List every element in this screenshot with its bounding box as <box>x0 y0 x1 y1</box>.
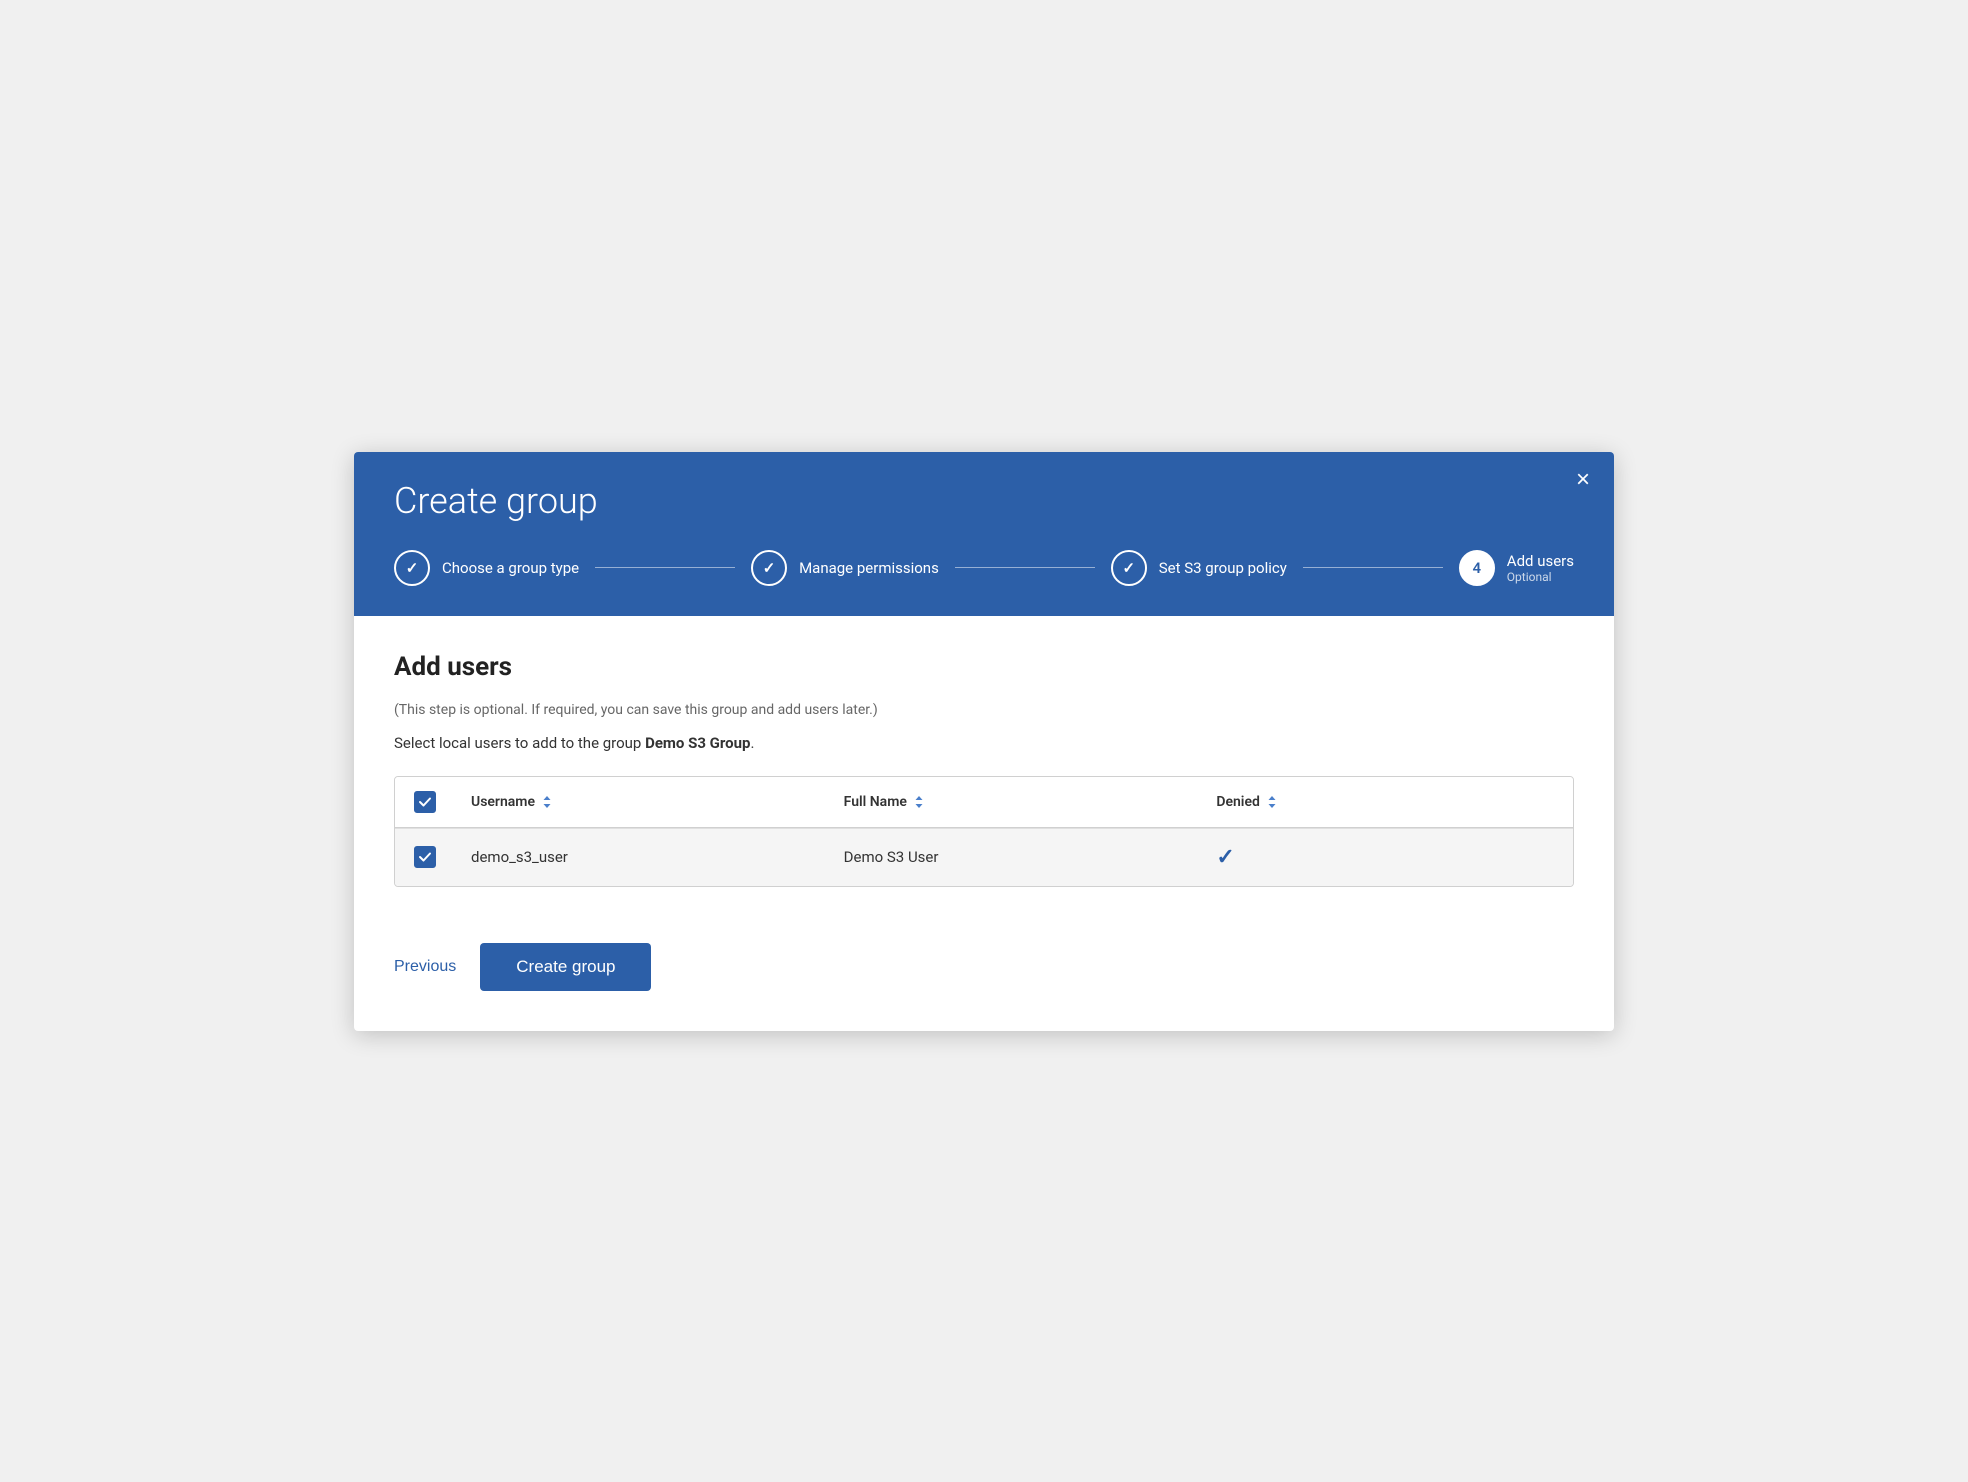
username-sort-icon[interactable] <box>541 794 553 810</box>
select-note: Select local users to add to the group D… <box>394 734 1574 752</box>
step-connector-2 <box>955 567 1095 568</box>
previous-button[interactable]: Previous <box>394 946 456 988</box>
step-label-2: Manage permissions <box>799 559 939 577</box>
step-add-users: 4 Add users Optional <box>1459 550 1574 586</box>
step-choose-type: ✓ Choose a group type <box>394 550 579 586</box>
create-group-dialog: × Create group ✓ Choose a group type ✓ M… <box>354 452 1614 1031</box>
row-denied: ✓ <box>1200 829 1573 886</box>
create-group-button[interactable]: Create group <box>480 943 651 991</box>
header-denied-label: Denied <box>1216 794 1260 810</box>
step-sublabel-4: Optional <box>1507 570 1574 584</box>
header-checkbox-cell <box>395 777 455 827</box>
row-checkbox[interactable] <box>414 846 436 868</box>
denied-sort-icon[interactable] <box>1266 794 1278 810</box>
denied-check-icon: ✓ <box>1216 845 1234 870</box>
dialog-body: Add users (This step is optional. If req… <box>354 616 1614 911</box>
header-username: Username <box>455 777 828 827</box>
step-manage-perms: ✓ Manage permissions <box>751 550 939 586</box>
optional-note: (This step is optional. If required, you… <box>394 702 1574 718</box>
select-note-prefix: Select local users to add to the group <box>394 734 645 752</box>
header-fullname-label: Full Name <box>844 794 907 810</box>
step-label-4: Add users <box>1507 552 1574 570</box>
row-checkbox-cell <box>395 829 455 886</box>
row-fullname: Demo S3 User <box>828 829 1201 886</box>
header-fullname: Full Name <box>828 777 1201 827</box>
header-username-label: Username <box>471 794 535 810</box>
table-row: demo_s3_user Demo S3 User ✓ <box>395 828 1573 886</box>
step-circle-4: 4 <box>1459 550 1495 586</box>
header-checkbox[interactable] <box>414 791 436 813</box>
row-username: demo_s3_user <box>455 829 828 886</box>
step-circle-2: ✓ <box>751 550 787 586</box>
step-connector-3 <box>1303 567 1443 568</box>
step-circle-1: ✓ <box>394 550 430 586</box>
group-name: Demo S3 Group <box>645 734 750 752</box>
dialog-header: × Create group ✓ Choose a group type ✓ M… <box>354 452 1614 616</box>
dialog-footer: Previous Create group <box>354 911 1614 1031</box>
stepper: ✓ Choose a group type ✓ Manage permissio… <box>394 550 1574 586</box>
table-header: Username Full Name <box>395 777 1573 828</box>
fullname-sort-icon[interactable] <box>913 794 925 810</box>
close-button[interactable]: × <box>1576 468 1590 492</box>
step-s3-policy: ✓ Set S3 group policy <box>1111 550 1287 586</box>
user-table: Username Full Name <box>394 776 1574 887</box>
step-circle-3: ✓ <box>1111 550 1147 586</box>
select-note-suffix: . <box>750 734 754 752</box>
section-title: Add users <box>394 652 1574 682</box>
dialog-title: Create group <box>394 480 1574 522</box>
step-label-1: Choose a group type <box>442 559 579 577</box>
step-connector-1 <box>595 567 735 568</box>
header-denied: Denied <box>1200 777 1573 827</box>
step-label-3: Set S3 group policy <box>1159 559 1287 577</box>
